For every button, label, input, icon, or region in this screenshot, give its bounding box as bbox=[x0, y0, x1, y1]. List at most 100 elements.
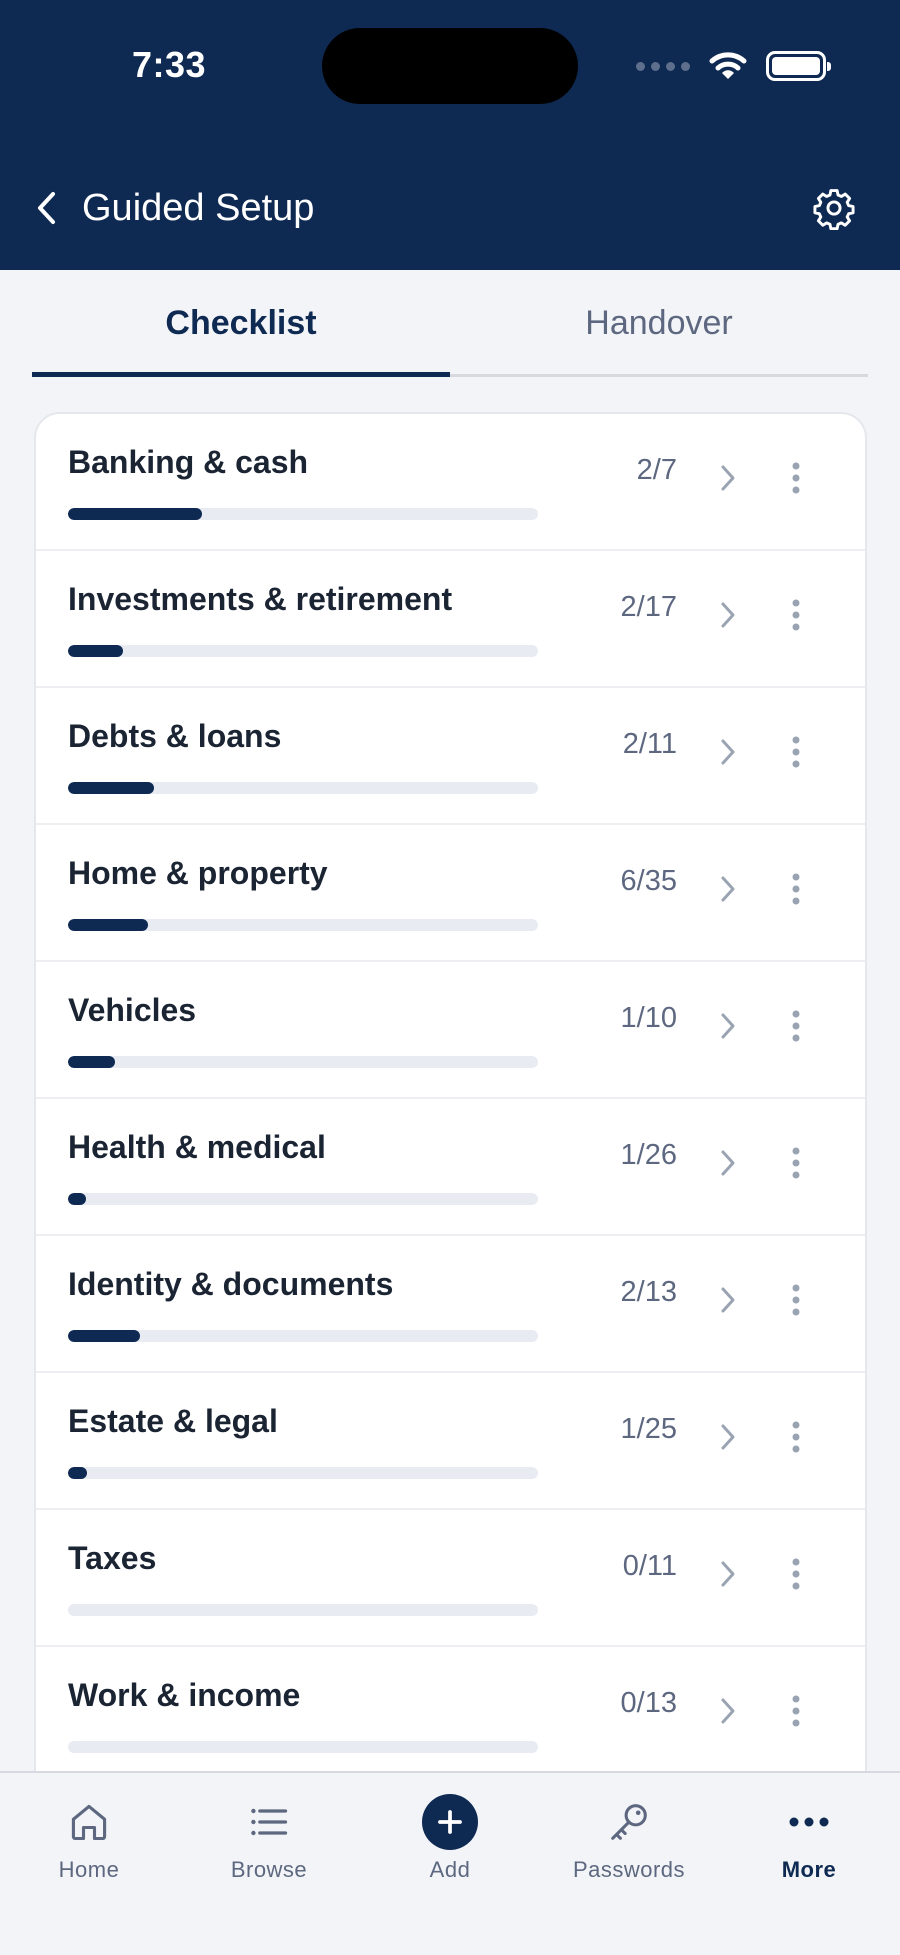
progress-fill bbox=[68, 1467, 87, 1479]
progress-bar bbox=[68, 1604, 538, 1616]
progress-fill bbox=[68, 1193, 86, 1205]
progress-bar bbox=[68, 1056, 538, 1068]
category-row[interactable]: Investments & retirement 2/17 bbox=[36, 551, 865, 688]
progress-fill bbox=[68, 919, 149, 931]
progress-fill bbox=[68, 508, 203, 520]
progress-bar bbox=[68, 645, 538, 657]
cellular-signal-icon bbox=[636, 61, 690, 71]
category-count: 2/13 bbox=[620, 1276, 677, 1308]
nav-passwords-label: Passwords bbox=[572, 1857, 686, 1882]
category-title: Debts & loans bbox=[68, 718, 282, 754]
more-options-icon[interactable] bbox=[776, 1415, 816, 1459]
nav-add[interactable]: Add bbox=[375, 1791, 525, 1901]
category-row[interactable]: Estate & legal 1/25 bbox=[36, 1373, 865, 1510]
wifi-icon bbox=[709, 52, 747, 79]
progress-bar bbox=[68, 1467, 538, 1479]
category-title: Investments & retirement bbox=[68, 581, 453, 617]
category-title: Home & property bbox=[68, 855, 328, 891]
more-options-icon[interactable] bbox=[776, 1141, 816, 1185]
category-row[interactable]: Vehicles 1/10 bbox=[36, 962, 865, 1099]
category-row[interactable]: Banking & cash 2/7 bbox=[36, 414, 865, 551]
category-row[interactable]: Identity & documents 2/13 bbox=[36, 1236, 865, 1373]
settings-button[interactable] bbox=[810, 184, 858, 232]
more-icon bbox=[789, 1817, 829, 1827]
more-options-icon[interactable] bbox=[776, 593, 816, 637]
category-title: Health & medical bbox=[68, 1129, 326, 1165]
nav-more[interactable]: More bbox=[734, 1791, 884, 1901]
more-options-icon[interactable] bbox=[776, 1004, 816, 1048]
category-row[interactable]: Taxes 0/11 bbox=[36, 1510, 865, 1647]
status-time: 7:33 bbox=[132, 44, 207, 85]
progress-fill bbox=[68, 1056, 115, 1068]
category-row[interactable]: Debts & loans 2/11 bbox=[36, 688, 865, 825]
category-count: 1/25 bbox=[620, 1413, 677, 1445]
progress-bar bbox=[68, 1330, 538, 1342]
nav-add-label: Add bbox=[429, 1857, 471, 1882]
header: 7:33 Guided Setup bbox=[0, 0, 900, 270]
progress-bar bbox=[68, 782, 538, 794]
more-options-icon[interactable] bbox=[776, 867, 816, 911]
category-row[interactable]: Health & medical 1/26 bbox=[36, 1099, 865, 1236]
page-title: Guided Setup bbox=[82, 187, 315, 229]
chevron-right-icon[interactable] bbox=[712, 595, 744, 635]
nav-passwords[interactable]: Passwords bbox=[554, 1791, 704, 1901]
dynamic-island bbox=[322, 28, 578, 104]
home-icon bbox=[71, 1804, 107, 1841]
category-count: 6/35 bbox=[620, 865, 677, 897]
progress-fill bbox=[68, 782, 154, 794]
chevron-right-icon[interactable] bbox=[712, 1417, 744, 1457]
more-options-icon[interactable] bbox=[776, 1689, 816, 1733]
category-title: Work & income bbox=[68, 1677, 301, 1713]
tab-active-indicator bbox=[32, 372, 450, 377]
progress-bar bbox=[68, 508, 538, 520]
category-title: Identity & documents bbox=[68, 1266, 394, 1302]
more-options-icon[interactable] bbox=[776, 1552, 816, 1596]
tab-handover[interactable]: Handover bbox=[450, 270, 868, 377]
nav-home[interactable]: Home bbox=[14, 1791, 164, 1901]
category-count: 1/10 bbox=[620, 1002, 677, 1034]
more-options-icon[interactable] bbox=[776, 456, 816, 500]
chevron-right-icon[interactable] bbox=[712, 1280, 744, 1320]
plus-icon bbox=[422, 1794, 478, 1850]
back-button[interactable] bbox=[24, 186, 68, 230]
nav-more-label: More bbox=[781, 1857, 837, 1882]
bottom-tab-bar: Home Browse Add Passwords More bbox=[0, 1771, 900, 1955]
battery-icon bbox=[766, 51, 831, 81]
category-count: 0/11 bbox=[622, 1550, 677, 1582]
nav-browse[interactable]: Browse bbox=[194, 1791, 344, 1901]
category-title: Estate & legal bbox=[68, 1403, 278, 1439]
app-screen: 7:33 Guided Setup Checklist Handover Ban… bbox=[0, 0, 900, 1955]
nav-home-label: Home bbox=[58, 1857, 120, 1882]
category-count: 2/17 bbox=[620, 591, 677, 623]
chevron-right-icon[interactable] bbox=[712, 1691, 744, 1731]
category-title: Banking & cash bbox=[68, 444, 309, 480]
chevron-right-icon[interactable] bbox=[712, 458, 744, 498]
category-count: 1/26 bbox=[620, 1139, 677, 1171]
category-list: Banking & cash 2/7 Investments & retiremen… bbox=[34, 412, 867, 1812]
chevron-right-icon[interactable] bbox=[712, 1143, 744, 1183]
category-title: Vehicles bbox=[68, 992, 197, 1028]
status-icons bbox=[636, 46, 831, 86]
list-icon bbox=[251, 1808, 288, 1836]
chevron-right-icon[interactable] bbox=[712, 1554, 744, 1594]
chevron-right-icon[interactable] bbox=[712, 732, 744, 772]
category-title: Taxes bbox=[68, 1540, 157, 1576]
progress-fill bbox=[68, 1330, 141, 1342]
more-options-icon[interactable] bbox=[776, 730, 816, 774]
category-count: 2/7 bbox=[636, 454, 677, 486]
nav-browse-label: Browse bbox=[230, 1857, 308, 1882]
progress-bar bbox=[68, 1193, 538, 1205]
category-row[interactable]: Work & income 0/13 bbox=[36, 1647, 865, 1784]
progress-bar bbox=[68, 919, 538, 931]
key-icon bbox=[611, 1804, 647, 1840]
tab-checklist[interactable]: Checklist bbox=[32, 270, 450, 377]
chevron-right-icon[interactable] bbox=[712, 1006, 744, 1046]
progress-bar bbox=[68, 1741, 538, 1753]
category-row[interactable]: Home & property 6/35 bbox=[36, 825, 865, 962]
chevron-left-icon bbox=[38, 192, 55, 224]
segmented-tabs: Checklist Handover bbox=[32, 270, 868, 377]
more-options-icon[interactable] bbox=[776, 1278, 816, 1322]
progress-fill bbox=[68, 645, 124, 657]
chevron-right-icon[interactable] bbox=[712, 869, 744, 909]
gear-icon bbox=[813, 189, 855, 230]
